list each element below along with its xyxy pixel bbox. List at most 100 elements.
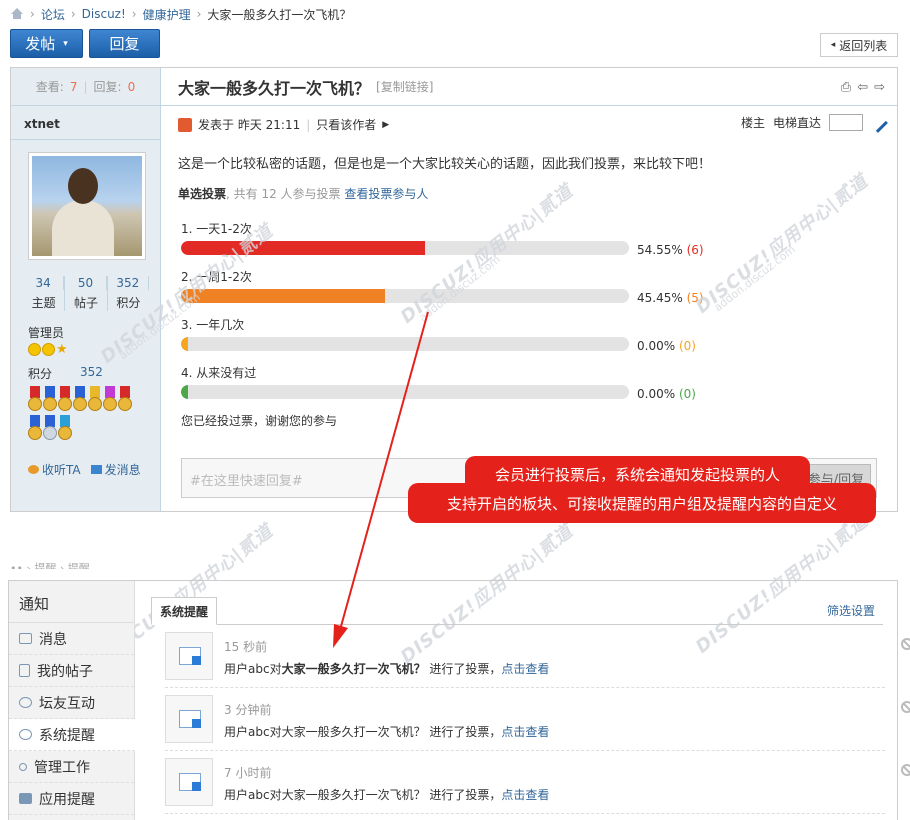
view-voters-link[interactable]: 查看投票参与人 [344,187,428,201]
breadcrumb-sep: › [30,7,35,21]
breadcrumb-board[interactable]: 健康护理 [143,6,191,23]
vote-notice-icon [165,758,213,806]
view-link[interactable]: 点击查看 [501,725,549,739]
nav-item-management[interactable]: 管理工作 [9,751,134,783]
sun-icon [42,343,55,356]
author-sidebar: 查看: 7 | 回复: 0 xtnet 34 主题 50 帖子 352 积分 管理员 ★ … [11,68,161,511]
notification-row: 3 分钟前 用户abc对大家一般多久打一次飞机？ 进行了投票，点击查看 [165,695,910,751]
nav-item-messages[interactable]: 消息 [9,623,134,655]
breadcrumb-sep: › [196,7,202,21]
nav-item-interactions[interactable]: 坛友互动 [9,687,134,719]
author-counts: 34 主题 50 帖子 352 积分 [23,276,149,311]
breadcrumb-sep: › [70,7,76,21]
author-name[interactable]: xtnet [11,106,160,140]
breadcrumb-forum[interactable]: 论坛 [41,6,65,23]
copy-link[interactable]: [复制链接] [376,78,433,95]
medal-icon[interactable] [43,386,57,414]
reply-label: 回复 [109,35,140,53]
vote-notice-icon [165,632,213,680]
nav-item-system[interactable]: 系统提醒 [9,719,135,751]
mail-icon [90,465,102,474]
poll-bar-fill [181,289,385,303]
mail-icon [19,633,32,644]
people-icon [19,697,32,708]
triangle-right-icon: ▶ [382,119,390,130]
thread-title-bar: 大家一般多久打一次飞机？ [复制链接] [161,68,897,106]
next-thread-icon[interactable]: ⇨ [874,80,885,95]
poll-result: 54.55% (6) [637,243,704,257]
reply-button[interactable]: 回复 [89,29,160,58]
back-to-list-button[interactable]: ◂ 返回列表 [820,33,898,57]
poll-result: 0.00% (0) [637,387,696,401]
follow-icon [28,465,39,474]
sun-icon [28,343,41,356]
rank-icons: ★ [28,343,69,356]
prev-thread-icon[interactable]: ⇦ [857,80,868,95]
medal-icon[interactable] [43,415,57,443]
go-floor-icon[interactable] [868,112,888,133]
avatar[interactable] [28,152,146,260]
medal-icon[interactable] [58,386,72,414]
poll-bar [181,385,629,399]
notification-header: 通知 [9,581,134,623]
delete-icon[interactable] [901,638,910,650]
filter-settings-link[interactable]: 筛选设置 [827,602,875,619]
notification-row: 7 小时前 用户abc对大家一般多久打一次飞机？ 进行了投票，点击查看 [165,758,910,814]
new-post-button[interactable]: 发帖 ▾ [10,29,83,58]
medal-icon[interactable] [73,386,87,414]
medal-icon[interactable] [58,415,72,443]
elevator-label: 电梯直达 [772,116,821,130]
thread-title: 大家一般多久打一次飞机？ [178,78,371,98]
chevron-down-icon: ▾ [63,38,68,49]
posts-count[interactable]: 50 [65,276,107,290]
print-icon[interactable]: ⎙ [841,80,851,95]
floor-label: 楼主 [740,116,765,130]
medal-icon[interactable] [103,386,117,414]
tools-icon [19,762,27,771]
title-actions: ⎙ ⇦ ⇨ [841,80,885,95]
document-icon [19,664,30,677]
breadcrumb-sep: › [131,7,137,21]
poll-bar [181,337,629,351]
view-link[interactable]: 点击查看 [501,662,549,676]
tab-system-reminder[interactable]: 系统提醒 [151,597,217,625]
poll-header: 单选投票, 共有 12 人参与投票 查看投票参与人 [178,187,429,201]
topics-count[interactable]: 34 [23,276,65,290]
delete-icon[interactable] [901,764,910,776]
post-time: 发表于 昨天 21:11 [198,118,301,132]
delete-icon[interactable] [901,701,910,713]
follow-link[interactable]: 收听TA [28,461,81,478]
home-icon[interactable] [10,8,24,20]
views-count: 7 [69,79,78,94]
voted-message: 您已经投过票，谢谢您的参与 [181,414,338,428]
medals [28,386,146,443]
chevron-left-icon: ◂ [830,40,836,50]
elevator: 楼主 电梯直达 [740,112,888,133]
credits-count[interactable]: 352 [108,276,149,290]
gear-icon [19,729,32,740]
nav-item-apps[interactable]: 应用提醒 [9,783,134,815]
medal-icon[interactable] [28,386,42,414]
poll-option-label: 4. 从来没有过 [181,366,257,380]
medal-icon[interactable] [28,415,42,443]
view-link[interactable]: 点击查看 [501,788,549,802]
star-icon: ★ [56,342,68,357]
user-group[interactable]: 管理员 [28,324,64,341]
notification-sidebar: 通知 消息 我的帖子 坛友互动 系统提醒 管理工作 应用提醒 [9,581,135,820]
thread-stats: 查看: 7 | 回复: 0 [11,68,160,106]
medal-icon[interactable] [118,386,132,414]
vote-notice-icon [165,695,213,743]
cropped-breadcrumb: •• › 提醒 › 提醒 [10,562,90,569]
only-author-link[interactable]: 只看该作者 [316,116,376,133]
nav-item-my-posts[interactable]: 我的帖子 [9,655,134,687]
poll-result: 0.00% (0) [637,339,696,353]
back-label: 返回列表 [839,38,888,53]
author-actions: 收听TA 发消息 [28,461,141,478]
replies-count: 0 [127,79,136,94]
grid-icon [19,793,32,804]
message-link[interactable]: 发消息 [90,461,141,478]
breadcrumb-discuz[interactable]: Discuz! [82,7,126,21]
floor-input[interactable] [829,114,863,131]
notification-main: 系统提醒 筛选设置 15 秒前 用户abc对大家一般多久打一次飞机？ 进行了投票… [135,581,910,820]
medal-icon[interactable] [88,386,102,414]
